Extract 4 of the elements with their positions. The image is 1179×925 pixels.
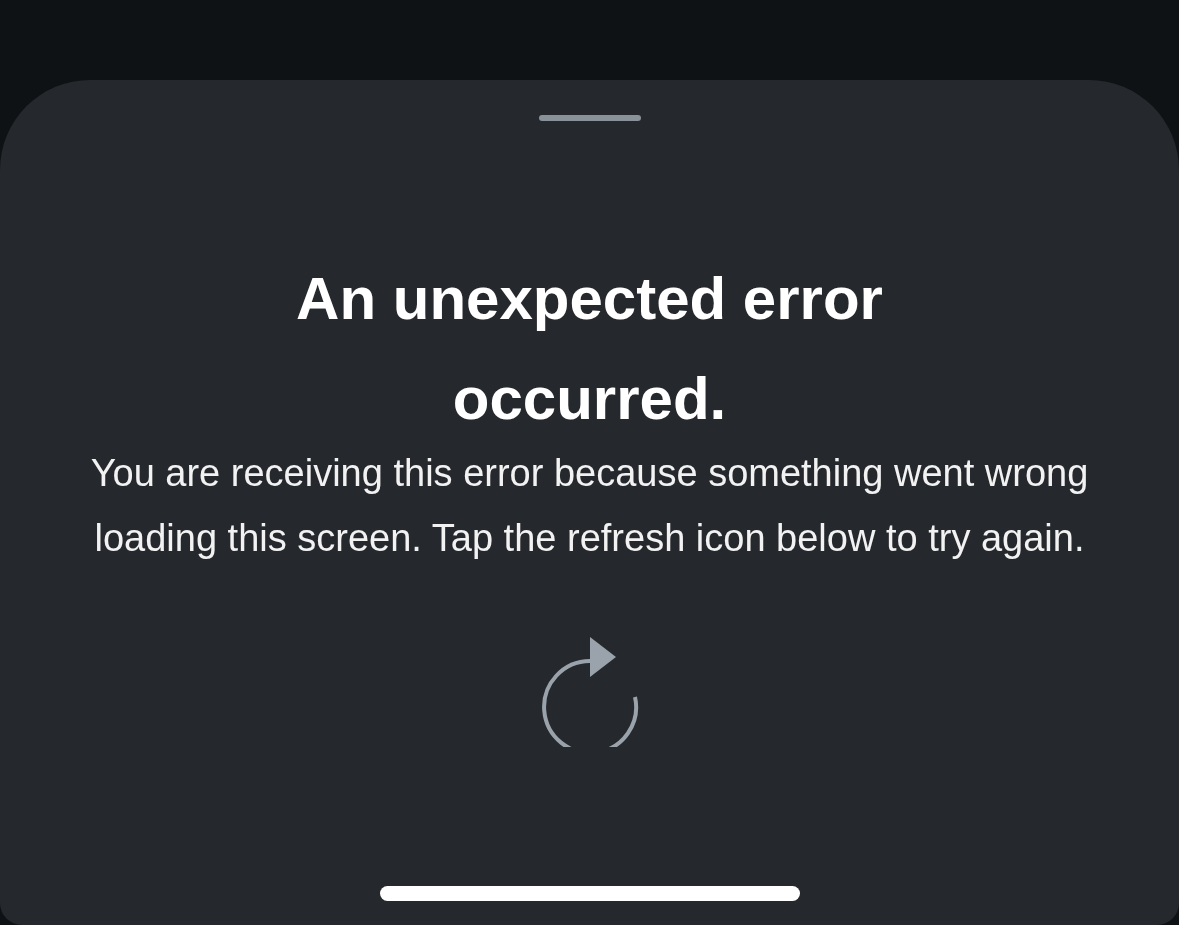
error-title: An unexpected error occurred. xyxy=(295,264,884,434)
error-message: You are receiving this error because something went wrong loading this screen. Tap the refresh icon below to try again. xyxy=(89,451,1090,561)
drag-handle[interactable] xyxy=(538,115,641,121)
refresh-icon[interactable] xyxy=(539,635,640,747)
